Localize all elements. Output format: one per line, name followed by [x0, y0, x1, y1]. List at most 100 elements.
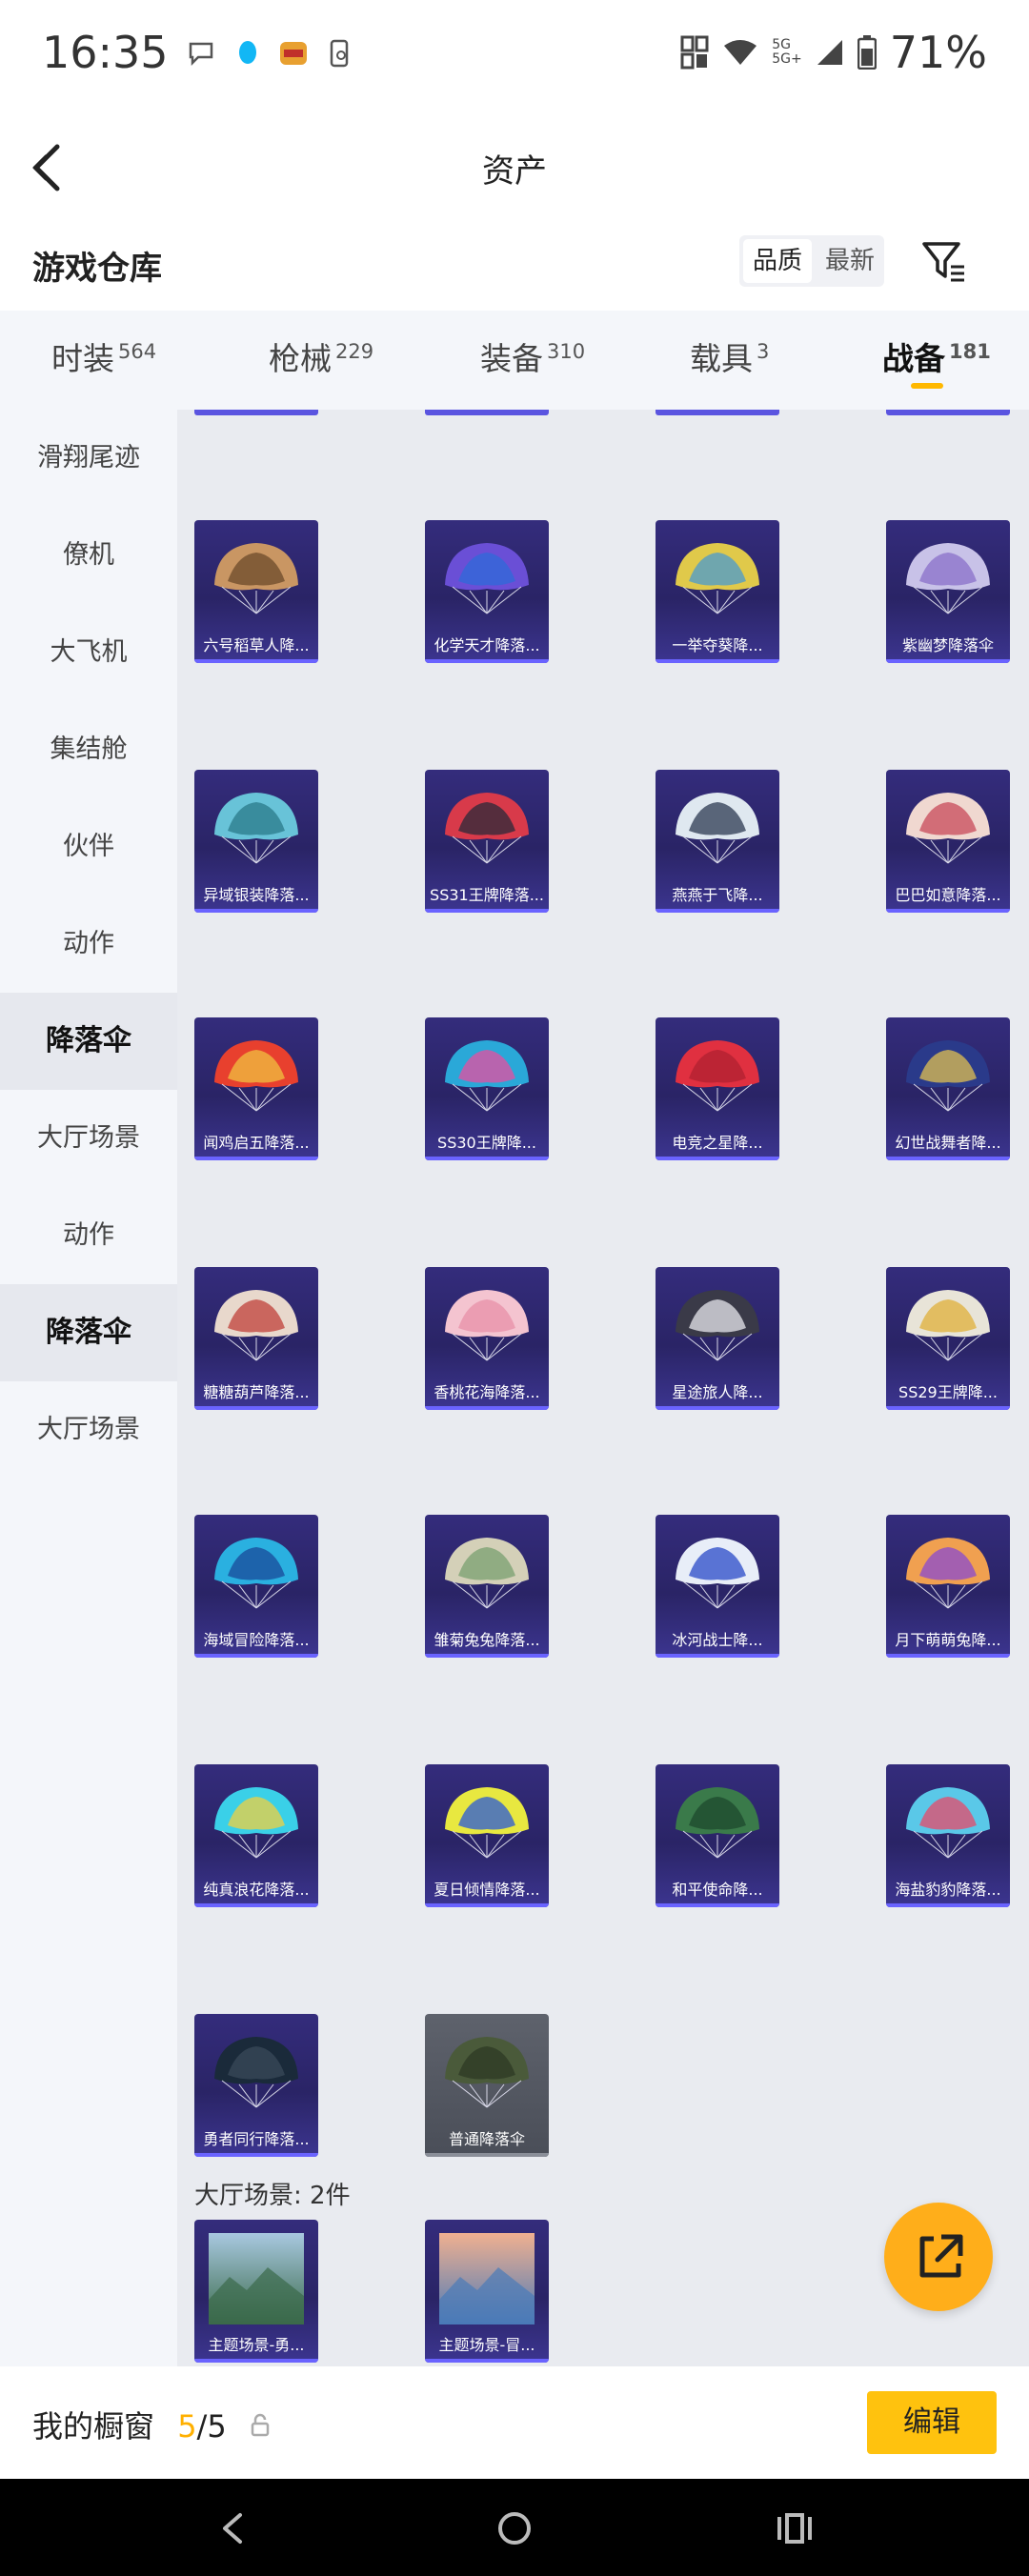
item-card[interactable]: 冰河战士降... — [656, 1515, 779, 1658]
item-card[interactable]: 幻世战舞者降... — [886, 1017, 1010, 1160]
item-card[interactable]: 主题场景-勇... — [194, 2220, 318, 2363]
item-name: 普通降落伞 — [448, 2130, 525, 2148]
item-name: 巴巴如意降落... — [895, 886, 1001, 904]
item-card[interactable]: 巴巴如意降落... — [886, 770, 1010, 913]
parachute-icon — [676, 1040, 759, 1112]
sidebar-item[interactable]: 动作 — [0, 1187, 177, 1284]
item-card[interactable]: 星途旅人降... — [656, 1267, 779, 1410]
item-card[interactable]: 普通降落伞 — [425, 2014, 549, 2157]
nav-home-icon[interactable] — [495, 2509, 534, 2547]
edit-button[interactable]: 编辑 — [867, 2391, 997, 2454]
rarity-bar — [425, 1406, 549, 1410]
item-name: 闻鸡启五降落... — [203, 1134, 310, 1152]
category-tabs: 时装 564 枪械 229 装备 310 载具 3 战备 181 — [0, 311, 1029, 410]
item-name: 电竞之星降... — [672, 1134, 763, 1152]
nav-back-icon[interactable] — [217, 2511, 246, 2546]
tab-label: 装备 — [480, 340, 543, 377]
item-card[interactable]: 海域冒险降落... — [194, 1515, 318, 1658]
item-name: 月下萌萌兔降... — [895, 1631, 1001, 1649]
rarity-bar — [425, 1157, 549, 1160]
rarity-bar — [656, 909, 779, 913]
item-name: SS29王牌降... — [898, 1383, 998, 1401]
sidebar-item[interactable]: 僚机 — [0, 507, 177, 604]
parachute-icon — [445, 1787, 529, 1859]
filter-icon[interactable] — [920, 238, 966, 284]
system-status: 5G 5G+ 71% — [680, 27, 987, 78]
item-card[interactable]: 香桃花海降落... — [425, 1267, 549, 1410]
sidebar-item[interactable]: 大飞机 — [0, 604, 177, 701]
sort-toggle: 品质 最新 — [739, 235, 884, 287]
tab-fashion[interactable]: 时装 564 — [51, 333, 156, 379]
tab-combat-gear[interactable]: 战备 181 — [882, 333, 991, 379]
rarity-bar — [656, 1903, 779, 1907]
sidebar-item[interactable]: 大厅场景 — [0, 1090, 177, 1187]
item-card[interactable]: 化学天才降落... — [425, 520, 549, 663]
rarity-bar — [656, 1406, 779, 1410]
item-card[interactable]: 纯真浪花降落... — [194, 1764, 318, 1907]
sidebar-item[interactable]: 降落伞 — [0, 1284, 177, 1381]
sort-option-quality[interactable]: 品质 — [743, 239, 812, 283]
item-card[interactable]: 雏菊兔兔降落... — [425, 1515, 549, 1658]
signal-icon — [817, 40, 842, 65]
item-card[interactable]: SS29王牌降... — [886, 1267, 1010, 1410]
parachute-icon — [214, 1787, 298, 1859]
battery-percent: 71% — [889, 27, 987, 78]
tab-weapons[interactable]: 枪械 229 — [269, 333, 373, 379]
tab-label: 时装 — [51, 340, 114, 377]
item-card[interactable]: 闻鸡启五降落... — [194, 1017, 318, 1160]
nav-recents-icon[interactable] — [776, 2511, 814, 2546]
status-bar: 16:35 5G 5G+ 71% — [0, 0, 1029, 114]
tab-equipment[interactable]: 装备 310 — [480, 333, 585, 379]
item-name: 纯真浪花降落... — [203, 1881, 310, 1899]
parachute-icon — [445, 793, 529, 864]
parachute-icon — [445, 543, 529, 614]
item-card[interactable]: 和平使命降... — [656, 1764, 779, 1907]
rarity-bar — [656, 1157, 779, 1160]
item-name: SS30王牌降... — [437, 1134, 536, 1152]
parachute-icon — [906, 1538, 990, 1609]
scene-thumbnail — [439, 2233, 535, 2324]
sidebar-item[interactable]: 伙伴 — [0, 798, 177, 896]
rarity-bar — [194, 2153, 318, 2157]
item-card[interactable]: 燕燕于飞降... — [656, 770, 779, 913]
parachute-icon — [214, 543, 298, 614]
item-card[interactable]: 海盐豹豹降落... — [886, 1764, 1010, 1907]
rarity-bar — [425, 909, 549, 913]
sidebar-item[interactable]: 动作 — [0, 896, 177, 993]
item-grid: 六号稻草人降... 化学天才降落... 一举夺葵降... 紫幽梦降落伞异域银装降落..… — [177, 410, 1029, 2366]
rarity-bar — [194, 1654, 318, 1658]
rarity-bar — [194, 1406, 318, 1410]
item-card[interactable]: SS30王牌降... — [425, 1017, 549, 1160]
item-card[interactable]: 六号稻草人降... — [194, 520, 318, 663]
item-card[interactable]: 主题场景-冒... — [425, 2220, 549, 2363]
item-card[interactable]: 紫幽梦降落伞 — [886, 520, 1010, 663]
sidebar-item[interactable]: 滑翔尾迹 — [0, 410, 177, 507]
sort-option-newest[interactable]: 最新 — [816, 239, 884, 283]
parachute-icon — [906, 1040, 990, 1112]
parachute-icon — [214, 2037, 298, 2108]
item-card[interactable]: 勇者同行降落... — [194, 2014, 318, 2157]
sidebar-item[interactable]: 集结舱 — [0, 701, 177, 798]
item-card[interactable]: 夏日倾情降落... — [425, 1764, 549, 1907]
showcase-count-total: 5 — [207, 2408, 227, 2445]
signal-type: 5G 5G+ — [772, 38, 802, 67]
active-tab-indicator — [911, 383, 943, 389]
sidebar-item[interactable]: 大厅场景 — [0, 1381, 177, 1479]
item-card[interactable]: 一举夺葵降... — [656, 520, 779, 663]
status-time: 16:35 — [42, 27, 169, 78]
item-card[interactable]: 月下萌萌兔降... — [886, 1515, 1010, 1658]
tab-count: 310 — [547, 340, 586, 363]
sidebar-item[interactable]: 降落伞 — [0, 993, 177, 1090]
tab-vehicles[interactable]: 载具 3 — [690, 333, 769, 379]
item-card[interactable]: 糖糖葫芦降落... — [194, 1267, 318, 1410]
tab-count: 181 — [949, 340, 991, 363]
item-card[interactable]: 异域银装降落... — [194, 770, 318, 913]
share-button[interactable] — [884, 2203, 993, 2311]
item-card[interactable]: 电竞之星降... — [656, 1017, 779, 1160]
item-card[interactable]: SS31王牌降落... — [425, 770, 549, 913]
parachute-icon — [676, 1290, 759, 1361]
rarity-bar — [425, 2359, 549, 2363]
showcase-count-sep: / — [196, 2408, 208, 2445]
parachute-icon — [676, 793, 759, 864]
tab-label: 战备 — [882, 340, 945, 377]
